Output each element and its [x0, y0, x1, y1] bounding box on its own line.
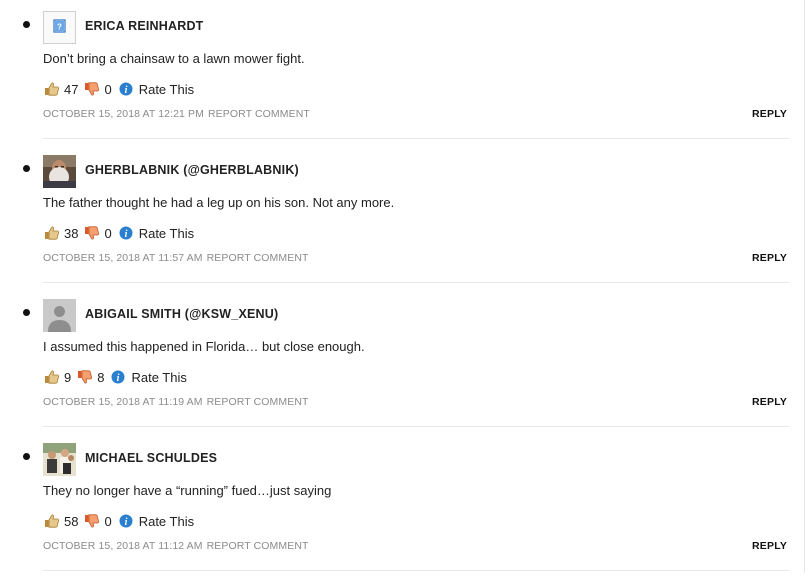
thumbs-down-icon[interactable] — [84, 81, 100, 97]
comment: ? ERICA REINHARDT Don’t bring a chainsaw… — [0, 0, 810, 144]
thumbs-down-icon[interactable] — [84, 225, 100, 241]
reply-button[interactable]: REPLY — [752, 252, 787, 264]
comment-text: Don’t bring a chainsaw to a lawn mower f… — [43, 51, 305, 66]
dislikes-count: 0 — [104, 81, 112, 97]
report-comment-link[interactable]: REPORT COMMENT — [207, 396, 309, 408]
likes-count: 38 — [64, 225, 79, 241]
rate-this-link[interactable]: Rate This — [139, 82, 194, 97]
rate-this-link[interactable]: Rate This — [139, 514, 194, 529]
divider — [43, 138, 789, 139]
comment-author[interactable]: ERICA REINHARDT — [85, 19, 204, 33]
divider — [43, 282, 789, 283]
info-icon[interactable]: i — [118, 513, 134, 529]
likes-count: 47 — [64, 81, 79, 97]
list-bullet — [23, 309, 30, 316]
comment-text: I assumed this happened in Florida… but … — [43, 339, 365, 354]
thumbs-up-icon[interactable] — [44, 513, 60, 529]
rating-bar: 9 8 i Rate This — [44, 369, 187, 385]
avatar[interactable] — [43, 155, 76, 188]
list-bullet — [23, 453, 30, 460]
comment-meta: OCTOBER 15, 2018 AT 12:21 PM REPORT COMME… — [43, 108, 310, 120]
report-comment-link[interactable]: REPORT COMMENT — [208, 108, 310, 120]
comment: GHERBLABNIK (@GHERBLABNIK) The father th… — [0, 144, 810, 288]
svg-text:i: i — [117, 373, 120, 384]
svg-text:i: i — [124, 85, 127, 96]
comment-meta: OCTOBER 15, 2018 AT 11:57 AM REPORT COMME… — [43, 252, 309, 264]
dislikes-count: 0 — [104, 513, 112, 529]
likes-count: 58 — [64, 513, 79, 529]
list-bullet — [23, 21, 30, 28]
info-icon[interactable]: i — [110, 369, 126, 385]
comment-timestamp[interactable]: OCTOBER 15, 2018 AT 11:19 AM — [43, 396, 203, 408]
comment-meta: OCTOBER 15, 2018 AT 11:12 AM REPORT COMME… — [43, 540, 309, 552]
comment-author[interactable]: MICHAEL SCHULDES — [85, 451, 217, 465]
svg-text:i: i — [124, 229, 127, 240]
reply-button[interactable]: REPLY — [752, 396, 787, 408]
rate-this-link[interactable]: Rate This — [131, 370, 186, 385]
comment-meta: OCTOBER 15, 2018 AT 11:19 AM REPORT COMME… — [43, 396, 309, 408]
thumbs-down-icon[interactable] — [77, 369, 93, 385]
thumbs-up-icon[interactable] — [44, 225, 60, 241]
rating-bar: 58 0 i Rate This — [44, 513, 194, 529]
thumbs-down-icon[interactable] — [84, 513, 100, 529]
rating-bar: 38 0 i Rate This — [44, 225, 194, 241]
rating-bar: 47 0 i Rate This — [44, 81, 194, 97]
thumbs-up-icon[interactable] — [44, 369, 60, 385]
dislikes-count: 8 — [97, 369, 105, 385]
dislikes-count: 0 — [104, 225, 112, 241]
likes-count: 9 — [64, 369, 72, 385]
info-icon[interactable]: i — [118, 81, 134, 97]
avatar[interactable] — [43, 299, 76, 332]
comment-author[interactable]: GHERBLABNIK (@GHERBLABNIK) — [85, 163, 299, 177]
avatar[interactable]: ? — [43, 11, 76, 44]
list-bullet — [23, 165, 30, 172]
divider — [43, 426, 789, 427]
svg-text:i: i — [124, 517, 127, 528]
comment-timestamp[interactable]: OCTOBER 15, 2018 AT 11:57 AM — [43, 252, 203, 264]
report-comment-link[interactable]: REPORT COMMENT — [207, 252, 309, 264]
comment-timestamp[interactable]: OCTOBER 15, 2018 AT 11:12 AM — [43, 540, 203, 552]
comment-text: The father thought he had a leg up on hi… — [43, 195, 395, 210]
info-icon[interactable]: i — [118, 225, 134, 241]
comment: ABIGAIL SMITH (@KSW_XENU) I assumed this… — [0, 288, 810, 432]
report-comment-link[interactable]: REPORT COMMENT — [207, 540, 309, 552]
reply-button[interactable]: REPLY — [752, 108, 787, 120]
comment: MICHAEL SCHULDES They no longer have a “… — [0, 432, 810, 576]
thumbs-up-icon[interactable] — [44, 81, 60, 97]
rate-this-link[interactable]: Rate This — [139, 226, 194, 241]
comment-author[interactable]: ABIGAIL SMITH (@KSW_XENU) — [85, 307, 278, 321]
comment-timestamp[interactable]: OCTOBER 15, 2018 AT 12:21 PM — [43, 108, 204, 120]
svg-text:?: ? — [57, 23, 62, 32]
avatar[interactable] — [43, 443, 76, 476]
comment-text: They no longer have a “running” fued…jus… — [43, 483, 332, 498]
reply-button[interactable]: REPLY — [752, 540, 787, 552]
divider — [43, 570, 789, 571]
